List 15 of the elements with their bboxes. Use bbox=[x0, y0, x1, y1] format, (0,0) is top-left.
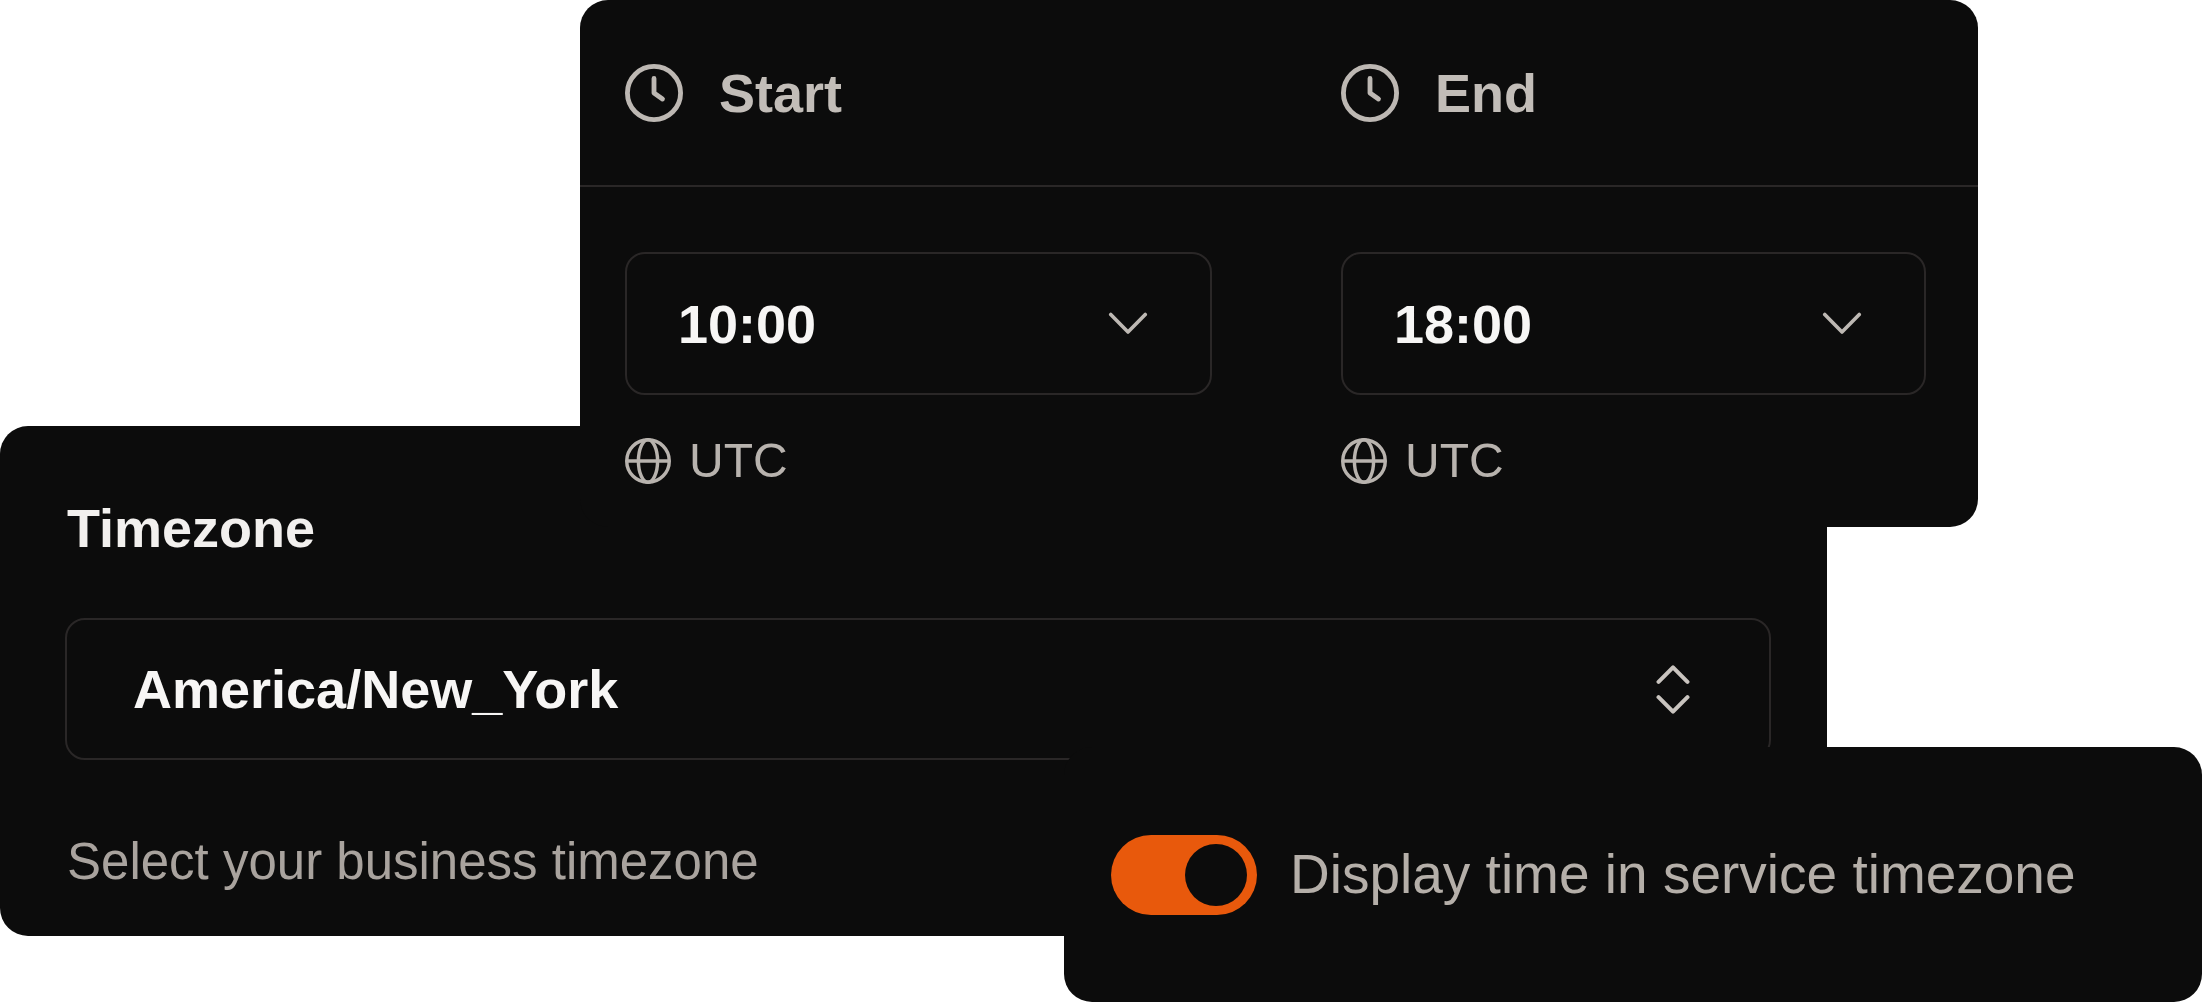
time-select[interactable]: 10:00 bbox=[625, 252, 1212, 395]
chevron-down-icon bbox=[1822, 312, 1862, 335]
chevron-up-down-icon bbox=[1656, 663, 1690, 715]
chevron-down-icon bbox=[1108, 312, 1148, 335]
globe-icon bbox=[625, 438, 671, 484]
timezone-note: UTC bbox=[689, 437, 788, 485]
clock-icon bbox=[625, 63, 683, 122]
globe-icon bbox=[1341, 438, 1387, 484]
timezone-note: UTC bbox=[1405, 437, 1504, 485]
time-select[interactable]: 18:00 bbox=[1341, 252, 1926, 395]
time-column-heading: Start bbox=[719, 65, 843, 120]
clock-icon bbox=[1341, 63, 1399, 122]
field-label: Timezone bbox=[67, 501, 316, 555]
time-column-heading: End bbox=[1435, 65, 1537, 120]
timezone-select[interactable]: America/New_York bbox=[65, 618, 1771, 760]
